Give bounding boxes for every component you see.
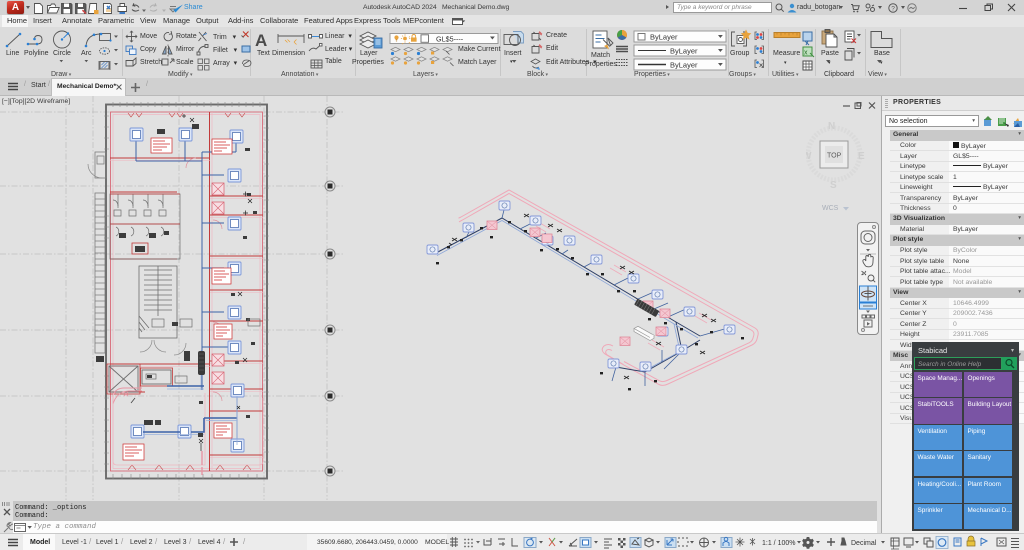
svg-text:1:1 / 100%: 1:1 / 100%: [762, 540, 795, 547]
svg-text:N: N: [828, 121, 835, 132]
svg-text:?: ?: [891, 5, 895, 12]
svg-text:A: A: [255, 31, 267, 50]
svg-text:TOP: TOP: [827, 153, 842, 160]
svg-text:WCS: WCS: [822, 205, 839, 212]
svg-text:x: x: [804, 50, 808, 57]
svg-text:W: W: [806, 151, 812, 162]
svg-text:Decimal: Decimal: [851, 540, 877, 547]
svg-text:E: E: [858, 151, 865, 162]
svg-text:S: S: [830, 180, 837, 191]
svg-text:ByLayer: ByLayer: [670, 61, 698, 70]
svg-text:ByLayer: ByLayer: [670, 47, 698, 56]
svg-text:GL$5----: GL$5----: [436, 35, 464, 44]
svg-text:ByLayer: ByLayer: [650, 33, 678, 42]
